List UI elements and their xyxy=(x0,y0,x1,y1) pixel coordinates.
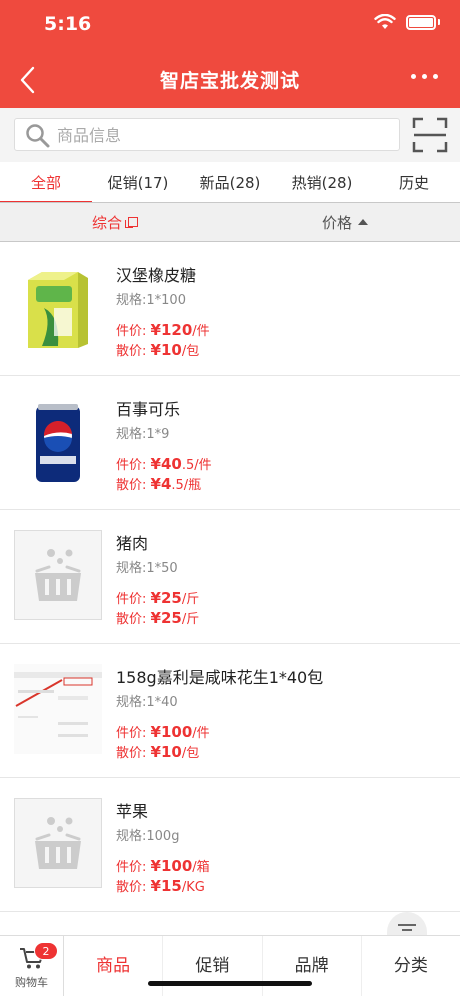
page-title: 智店宝批发测试 xyxy=(159,70,300,92)
more-icon[interactable] xyxy=(411,74,438,79)
bottom-bar: 2 购物车 商品 促销 品牌 分类 xyxy=(0,935,460,996)
filter-fab[interactable] xyxy=(387,912,427,936)
status-time: 5:16 xyxy=(44,13,92,35)
product-item[interactable]: 苹果 规格:100g 件价: ¥100/箱 散价: ¥15/KG xyxy=(0,778,460,912)
case-price: 件价: ¥25/斤 xyxy=(116,589,200,607)
tab-all[interactable]: 全部 xyxy=(0,162,92,203)
unit-price: 散价: ¥4.5/瓶 xyxy=(116,475,202,493)
case-price: 件价: ¥100/箱 xyxy=(116,857,210,875)
sort-price-label: 价格 xyxy=(321,213,352,232)
search-input[interactable] xyxy=(57,122,377,148)
tab-history[interactable]: 历史 xyxy=(368,162,460,202)
home-indicator xyxy=(148,981,312,986)
filter-icon xyxy=(398,924,416,931)
sort-general-label: 综合 xyxy=(91,213,122,232)
unit-price: 散价: ¥10/包 xyxy=(116,743,200,761)
case-price: 件价: ¥40.5/件 xyxy=(116,455,212,473)
sort-price[interactable]: 价格 xyxy=(230,203,460,241)
product-item[interactable]: 猪肉 规格:1*50 件价: ¥25/斤 散价: ¥25/斤 xyxy=(0,510,460,644)
product-image xyxy=(14,396,102,486)
tab-promotions[interactable]: 促销 xyxy=(163,936,263,996)
product-name: 汉堡橡皮糖 xyxy=(116,266,197,285)
status-icons xyxy=(374,14,440,30)
product-name: 158g嘉利是咸味花生1*40包 xyxy=(116,668,324,687)
battery-icon xyxy=(406,14,436,30)
cart-label: 购物车 xyxy=(15,976,48,989)
tab-hot[interactable]: 热销(28) xyxy=(276,162,368,202)
product-item[interactable]: 汉堡橡皮糖 规格:1*100 件价: ¥120/件 散价: ¥10/包 xyxy=(0,242,460,376)
product-image xyxy=(14,262,102,352)
app-header: 5:16 智店宝批发测试 xyxy=(0,0,460,108)
wifi-icon xyxy=(374,14,396,29)
product-item[interactable]: 158g嘉利是咸味花生1*40包 规格:1*40 件价: ¥100/件 散价: … xyxy=(0,644,460,778)
sort-up-icon xyxy=(358,219,368,225)
scan-icon[interactable] xyxy=(412,117,448,153)
unit-price: 散价: ¥10/包 xyxy=(116,341,200,359)
sort-general[interactable]: 综合 xyxy=(0,203,230,241)
product-image-placeholder xyxy=(14,798,102,888)
product-image-placeholder xyxy=(14,530,102,620)
category-tabs: 全部 促销(17) 新品(28) 热销(28) 历史 xyxy=(0,162,460,203)
tab-products[interactable]: 商品 xyxy=(64,936,164,996)
tab-new[interactable]: 新品(28) xyxy=(184,162,276,202)
product-spec: 规格:1*50 xyxy=(116,561,178,576)
case-price: 件价: ¥120/件 xyxy=(116,321,210,339)
battery-tip xyxy=(438,19,440,25)
product-spec: 规格:1*9 xyxy=(116,427,170,442)
unit-price: 散价: ¥15/KG xyxy=(116,877,205,895)
search-box[interactable] xyxy=(14,118,400,151)
product-spec: 规格:1*40 xyxy=(116,695,178,710)
basket-icon xyxy=(35,817,81,869)
search-row xyxy=(0,108,460,162)
layers-icon xyxy=(125,217,138,228)
tab-brands[interactable]: 品牌 xyxy=(263,936,362,996)
sort-bar: 综合 价格 xyxy=(0,202,460,242)
product-name: 苹果 xyxy=(116,802,149,821)
cart-badge: 2 xyxy=(34,942,58,960)
product-image xyxy=(14,664,102,754)
basket-icon xyxy=(35,549,81,601)
cart-button[interactable]: 2 购物车 xyxy=(0,936,64,996)
product-spec: 规格:100g xyxy=(116,829,180,844)
search-icon xyxy=(26,124,50,148)
case-price: 件价: ¥100/件 xyxy=(116,723,210,741)
tab-categories[interactable]: 分类 xyxy=(362,936,460,996)
unit-price: 散价: ¥25/斤 xyxy=(116,609,200,627)
product-name: 猪肉 xyxy=(116,534,149,553)
product-item[interactable]: 百事可乐 规格:1*9 件价: ¥40.5/件 散价: ¥4.5/瓶 xyxy=(0,376,460,510)
tab-promotion[interactable]: 促销(17) xyxy=(92,162,184,202)
product-list: 汉堡橡皮糖 规格:1*100 件价: ¥120/件 散价: ¥10/包 百事可乐… xyxy=(0,242,460,912)
product-spec: 规格:1*100 xyxy=(116,293,186,308)
product-name: 百事可乐 xyxy=(116,400,181,419)
